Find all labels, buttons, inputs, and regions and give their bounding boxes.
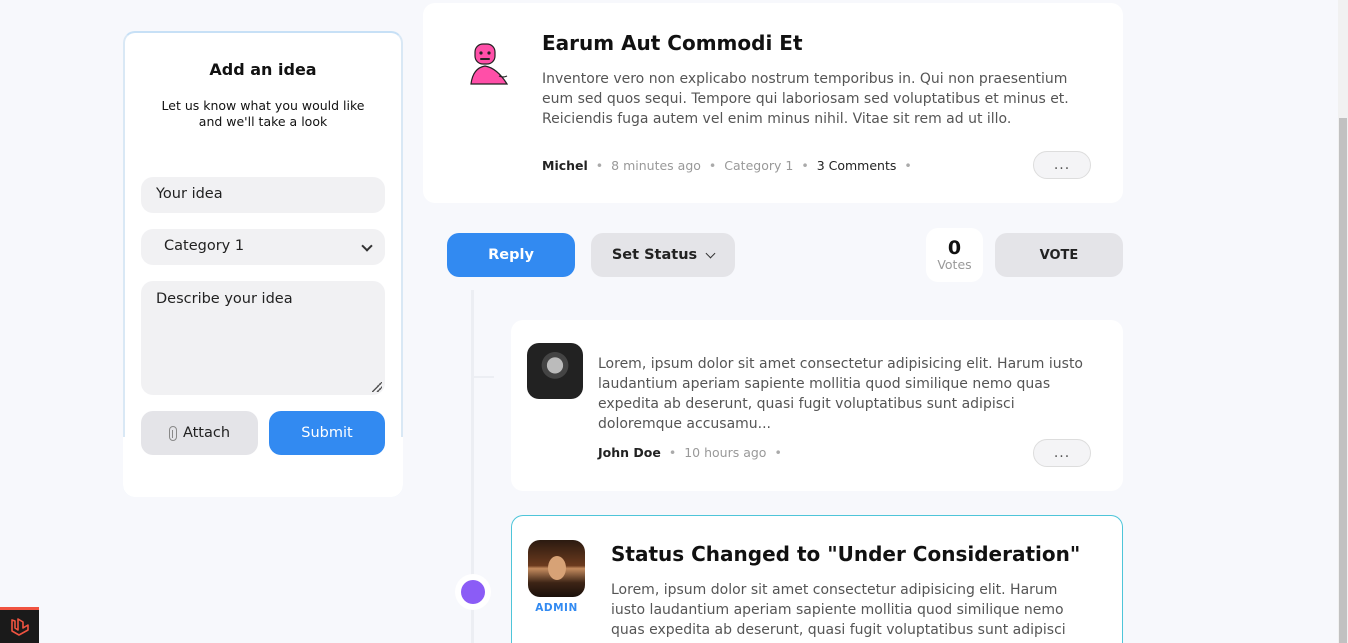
category-select[interactable]: Category 1 bbox=[141, 229, 385, 265]
chevron-down-icon bbox=[705, 248, 716, 258]
idea-author: Michel bbox=[542, 158, 588, 173]
idea-meta: Michel • 8 minutes ago • Category 1 • 3 … bbox=[542, 158, 920, 173]
add-idea-title: Add an idea bbox=[209, 60, 317, 79]
meta-separator: • bbox=[801, 158, 809, 173]
comment-author: John Doe bbox=[598, 445, 661, 460]
idea-category: Category 1 bbox=[724, 158, 794, 173]
meta-separator: • bbox=[774, 445, 782, 460]
resize-handle-icon[interactable] bbox=[372, 382, 382, 392]
status-dot-icon bbox=[461, 580, 485, 604]
admin-face bbox=[548, 556, 566, 580]
vote-label: VOTE bbox=[1039, 247, 1079, 263]
admin-avatar[interactable] bbox=[528, 540, 585, 597]
idea-time: 8 minutes ago bbox=[611, 158, 701, 173]
scrollbar-thumb[interactable] bbox=[1339, 118, 1347, 643]
meta-separator: • bbox=[904, 158, 912, 173]
set-status-label: Set Status bbox=[611, 247, 698, 263]
status-text: Lorem, ipsum dolor sit amet consectetur … bbox=[611, 582, 1066, 643]
votes-counter: 0 Votes bbox=[926, 228, 983, 282]
idea-description-placeholder: Describe your idea bbox=[156, 291, 293, 307]
ellipsis-icon: ... bbox=[1053, 157, 1071, 173]
chevron-down-icon bbox=[361, 240, 373, 252]
laravel-logo-icon bbox=[10, 617, 29, 636]
paperclip-icon bbox=[168, 425, 177, 441]
page-scrollbar[interactable] bbox=[1338, 0, 1348, 643]
idea-description: Inventore vero non explicabo nostrum tem… bbox=[542, 71, 1069, 127]
timeline-status-marker bbox=[455, 574, 491, 610]
comment-author-avatar[interactable] bbox=[527, 343, 583, 399]
category-selected-value: Category 1 bbox=[164, 238, 245, 254]
set-status-button[interactable]: Set Status bbox=[591, 233, 735, 277]
idea-title-input[interactable]: Your idea bbox=[141, 177, 385, 213]
votes-count: 0 bbox=[947, 237, 962, 259]
comment-card: Lorem, ipsum dolor sit amet consectetur … bbox=[511, 320, 1123, 491]
comment-time: 10 hours ago bbox=[684, 445, 767, 460]
add-idea-card: Add an idea Let us know what you would l… bbox=[123, 31, 403, 497]
comment-text: Lorem, ipsum dolor sit amet consectetur … bbox=[598, 356, 1083, 432]
meta-separator: • bbox=[595, 158, 604, 173]
laravel-debugbar-toggle[interactable] bbox=[0, 607, 39, 643]
add-idea-subtitle: Let us know what you would like and we'l… bbox=[161, 98, 365, 129]
reply-button[interactable]: Reply bbox=[447, 233, 575, 277]
votes-label: Votes bbox=[937, 257, 972, 272]
reply-label: Reply bbox=[488, 247, 534, 263]
comment-meta: John Doe • 10 hours ago • bbox=[598, 445, 790, 460]
comment-more-button[interactable]: ... bbox=[1033, 439, 1091, 467]
meta-separator: • bbox=[668, 445, 677, 460]
status-title: Status Changed to "Under Consideration" bbox=[611, 542, 1081, 566]
idea-card: Earum Aut Commodi Et Inventore vero non … bbox=[423, 3, 1123, 203]
submit-button[interactable]: Submit bbox=[269, 411, 385, 455]
submit-label: Submit bbox=[301, 425, 353, 441]
idea-more-button[interactable]: ... bbox=[1033, 151, 1091, 179]
ellipsis-icon: ... bbox=[1053, 445, 1071, 461]
robot-avatar-icon[interactable] bbox=[463, 40, 511, 88]
attach-button[interactable]: Attach bbox=[141, 411, 258, 455]
admin-badge: ADMIN bbox=[535, 602, 578, 614]
vote-button[interactable]: VOTE bbox=[995, 233, 1123, 277]
idea-description-textarea[interactable]: Describe your idea bbox=[141, 281, 385, 395]
idea-comments-count[interactable]: 3 Comments bbox=[817, 158, 897, 173]
idea-title[interactable]: Earum Aut Commodi Et bbox=[542, 31, 803, 55]
status-change-card: ADMIN Status Changed to "Under Considera… bbox=[511, 515, 1123, 643]
attach-label: Attach bbox=[182, 425, 231, 441]
timeline-connector bbox=[474, 376, 494, 378]
meta-separator: • bbox=[708, 158, 717, 173]
idea-title-placeholder: Your idea bbox=[156, 186, 223, 202]
